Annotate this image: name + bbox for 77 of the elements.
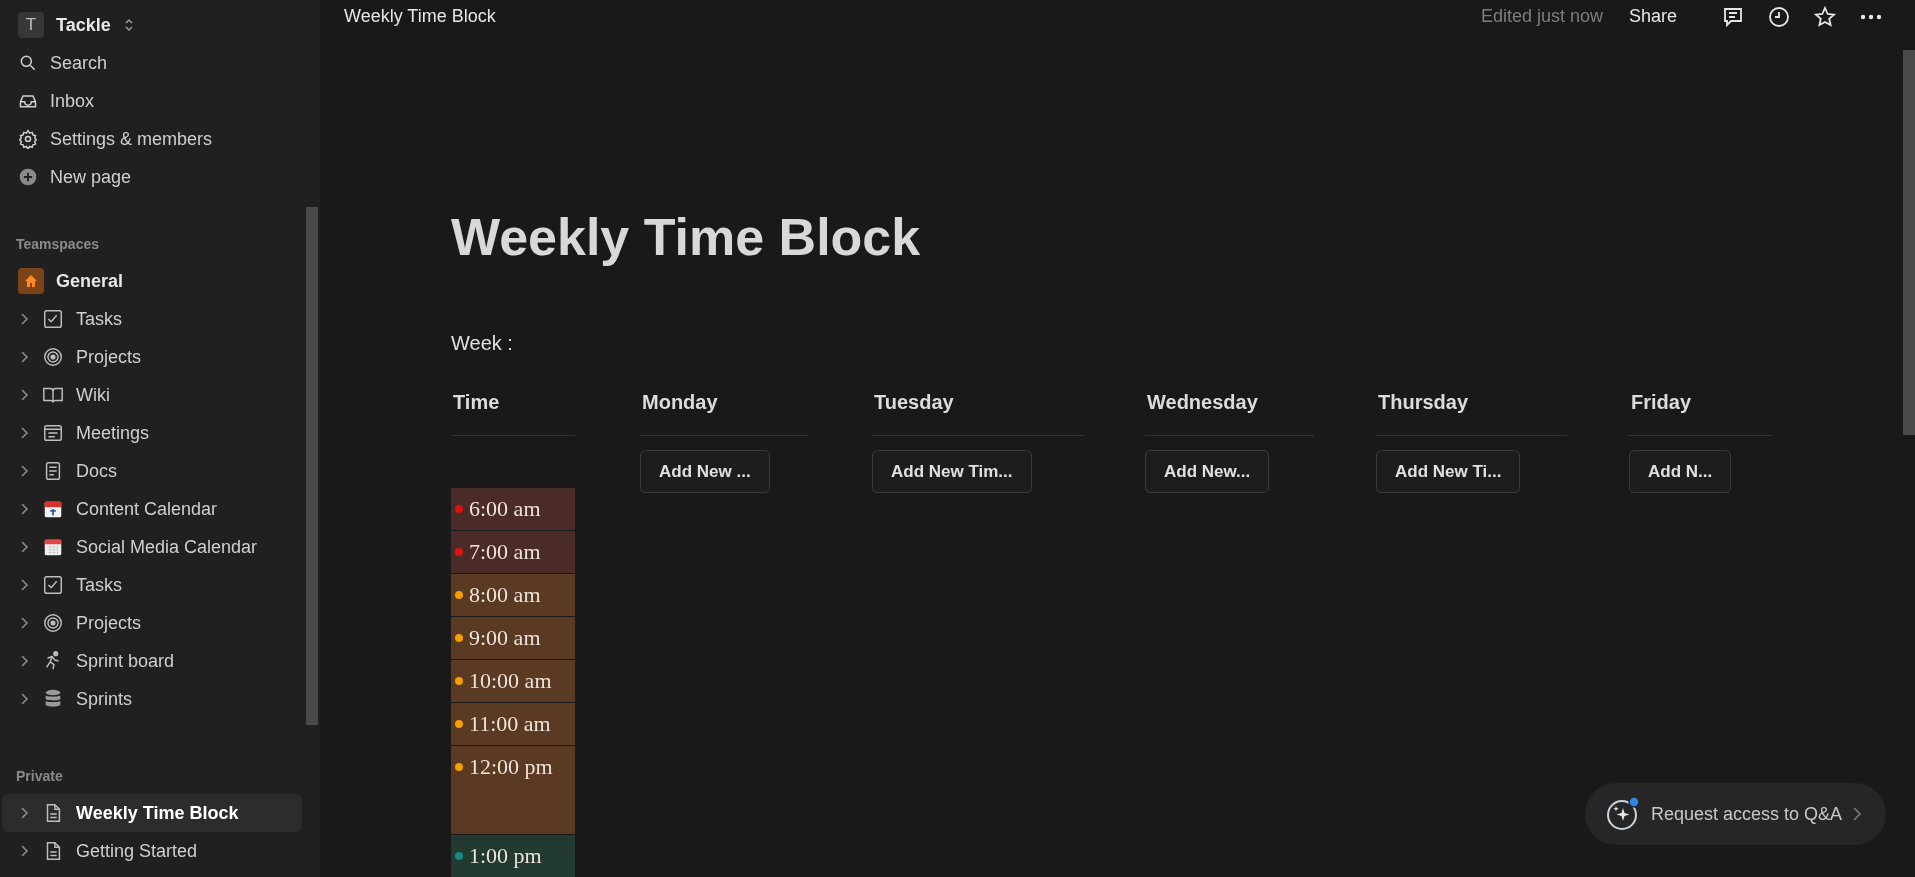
chevron-icon[interactable]	[20, 388, 30, 402]
time-slot: 1:00 pm	[451, 835, 575, 877]
search-icon	[18, 53, 38, 73]
workspace-avatar: T	[18, 12, 44, 38]
sidebar-item[interactable]: Wiki	[2, 376, 302, 414]
sidebar-item[interactable]: Weekly Time Block	[2, 794, 302, 832]
breadcrumb[interactable]: Weekly Time Block	[344, 6, 1481, 27]
time-slot: 12:00 pm	[451, 746, 575, 834]
chevron-icon[interactable]	[20, 502, 30, 516]
sidebar-item[interactable]: Projects	[2, 604, 302, 642]
chevron-icon[interactable]	[20, 350, 30, 364]
section-heading: Private	[15, 767, 64, 786]
column-heading: Thursday	[1376, 391, 1567, 436]
nav-item[interactable]: New page	[2, 158, 302, 196]
time-slot: 11:00 am	[451, 703, 575, 745]
week-label: Week :	[451, 332, 514, 355]
chevron-icon[interactable]	[20, 426, 30, 440]
chevron-icon[interactable]	[20, 578, 30, 592]
column-heading: Wednesday	[1145, 391, 1314, 436]
star-icon[interactable]	[1813, 4, 1837, 29]
sidebar-item[interactable]: Content Calendar	[2, 490, 302, 528]
target-icon	[42, 346, 64, 368]
chevron-icon[interactable]	[20, 844, 30, 858]
add-button[interactable]: Add N...	[1629, 450, 1732, 493]
time-slot: 8:00 am	[451, 574, 575, 616]
updown-caret-icon	[122, 17, 135, 33]
chevron-icon[interactable]	[20, 654, 30, 668]
edited-status: Edited just now	[1480, 6, 1603, 27]
share-button[interactable]: Share	[1628, 6, 1677, 27]
sidebar-item[interactable]: Docs	[2, 452, 302, 490]
sidebar-item[interactable]: Meetings	[2, 414, 302, 452]
workspace-switcher[interactable]: T Tackle	[2, 6, 302, 44]
teamspace-item[interactable]: General	[2, 262, 302, 300]
chevron-icon[interactable]	[20, 540, 30, 554]
checkbox-icon	[42, 574, 64, 596]
column-heading: Monday	[640, 391, 808, 436]
column-heading: Time	[451, 391, 575, 436]
sidebar-item[interactable]: Sprint board	[2, 642, 302, 680]
scrollbar-thumb[interactable]	[1903, 50, 1915, 435]
chevron-icon[interactable]	[20, 806, 30, 820]
scrollbar-thumb[interactable]	[306, 207, 318, 725]
sparkle-icon	[1605, 796, 1641, 832]
section-heading: Teamspaces	[15, 235, 100, 254]
chevron-icon[interactable]	[20, 692, 30, 706]
page-title: Weekly Time Block	[451, 207, 922, 268]
workspace-name: Tackle	[56, 14, 111, 36]
add-button[interactable]: Add New ...	[640, 450, 770, 493]
add-button[interactable]: Add New Tim...	[872, 450, 1032, 493]
time-slot: 10:00 am	[451, 660, 575, 702]
settings-icon	[18, 129, 38, 149]
sidebar-item[interactable]: Tasks	[2, 566, 302, 604]
nav-item[interactable]: Search	[2, 44, 302, 82]
plus-icon	[18, 167, 38, 187]
column-heading: Friday	[1629, 391, 1771, 436]
time-slot: 6:00 am	[451, 488, 575, 530]
chevron-icon[interactable]	[20, 312, 30, 326]
chevron-icon[interactable]	[20, 616, 30, 630]
request-access-button[interactable]: Request access to Q&A	[1585, 783, 1887, 845]
add-button[interactable]: Add New...	[1145, 450, 1270, 493]
time-slot: 7:00 am	[451, 531, 575, 573]
sidebar-item[interactable]: Sprints	[2, 680, 302, 718]
checkbox-icon	[42, 308, 64, 330]
chevron-icon	[1852, 806, 1863, 822]
home-icon	[18, 268, 44, 294]
time-slot: 9:00 am	[451, 617, 575, 659]
sidebar-item[interactable]: Getting Started	[2, 832, 302, 870]
sidebar-item[interactable]: Projects	[2, 338, 302, 376]
list-icon	[42, 422, 64, 444]
nav-item[interactable]: Inbox	[2, 82, 302, 120]
nav-item[interactable]: Settings & members	[2, 120, 302, 158]
clock-icon[interactable]	[1767, 4, 1791, 29]
sidebar-item[interactable]: Social Media Calendar	[2, 528, 302, 566]
column-heading: Tuesday	[872, 391, 1083, 436]
sidebar-item[interactable]: Tasks	[2, 300, 302, 338]
chevron-icon[interactable]	[20, 464, 30, 478]
target-icon	[42, 612, 64, 634]
add-button[interactable]: Add New Ti...	[1376, 450, 1521, 493]
